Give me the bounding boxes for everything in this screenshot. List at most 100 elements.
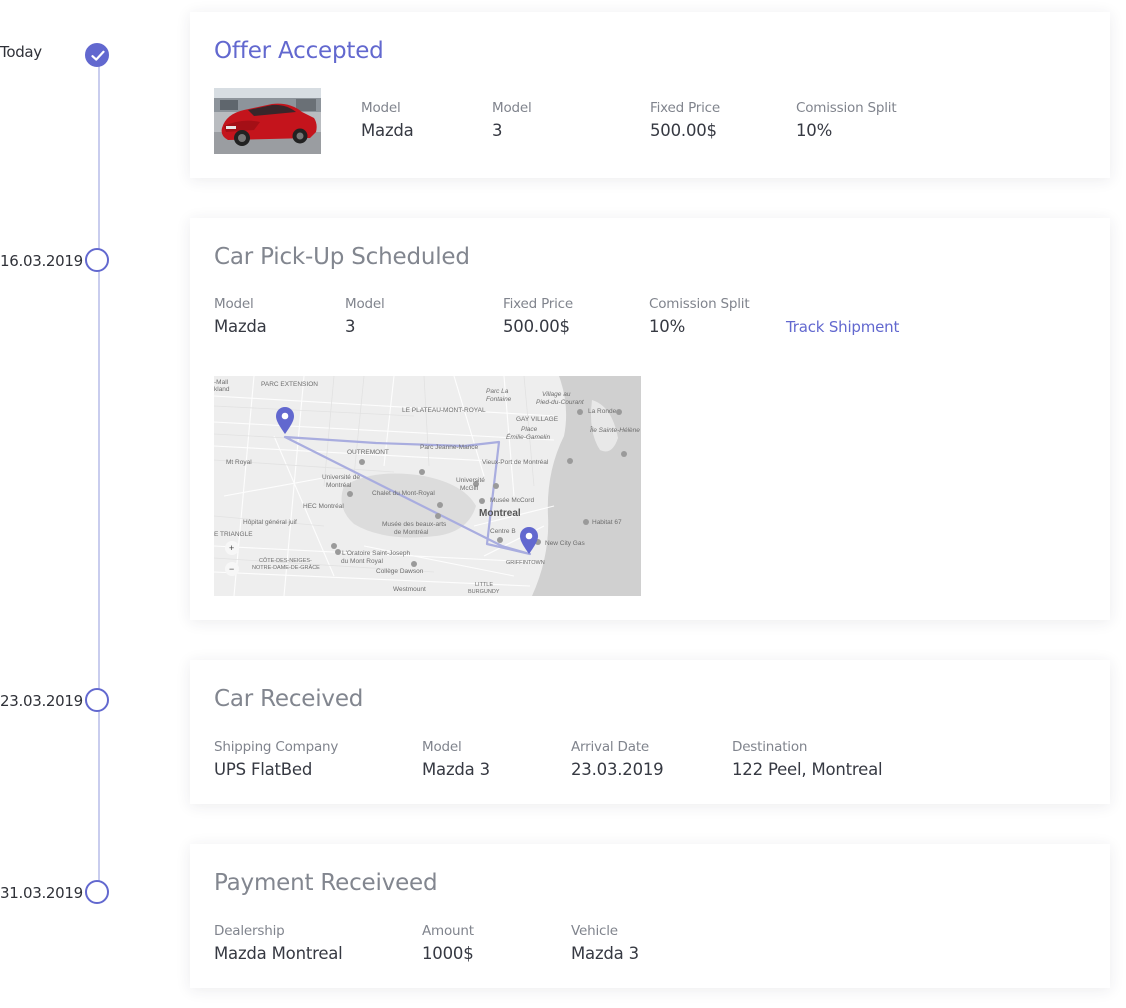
map-label: du Mont Royal [341, 558, 383, 565]
map-label: La Ronde [588, 408, 617, 415]
field-label: Model [492, 100, 532, 116]
map-label: Habitat 67 [592, 519, 622, 526]
map-label: de Montréal [394, 529, 429, 536]
timeline-date-pickup: 16.03.2019 [0, 252, 83, 270]
map-label: Émilie-Gamelin [506, 432, 550, 441]
field-value: Mazda [361, 121, 414, 140]
route-map[interactable]: PARC EXTENSION -Mall kland LE PLATEAU-MO… [214, 376, 641, 596]
card-title: Offer Accepted [214, 38, 384, 64]
map-label: BURGUNDY [468, 589, 500, 595]
fixed-price-field: Fixed Price 500.00$ [503, 296, 573, 336]
field-label: Dealership [214, 923, 285, 939]
field-label: Arrival Date [571, 739, 650, 755]
map-label: PARC EXTENSION [261, 381, 318, 388]
model-field: Model Mazda [361, 100, 414, 140]
amount-field: Amount 1000$ [422, 923, 474, 963]
arrival-date-field: Arrival Date 23.03.2019 [571, 739, 664, 779]
card-title: Car Pick-Up Scheduled [214, 244, 470, 270]
field-value: 10% [649, 317, 686, 336]
field-value: 23.03.2019 [571, 760, 664, 779]
field-label: Model [361, 100, 401, 116]
map-label: Université [456, 477, 485, 484]
field-value: 3 [492, 121, 503, 140]
map-label: Hôpital général juif [243, 519, 297, 526]
timeline-date-payment: 31.03.2019 [0, 884, 83, 902]
pickup-scheduled-card: Car Pick-Up Scheduled Model Mazda Model … [190, 218, 1110, 620]
map-label: Vieux-Port de Montréal [482, 459, 549, 466]
field-value: 500.00$ [650, 121, 717, 140]
field-label: Model [345, 296, 385, 312]
map-label: NOTRE-DAME-DE-GRÂCE [252, 564, 320, 571]
map-label: Parc Jeanne-Mance [420, 444, 479, 451]
timeline-line [98, 58, 100, 892]
map-label: Île Sainte-Hélène [590, 425, 640, 434]
field-value: 122 Peel, Montreal [732, 760, 883, 779]
svg-text:−: − [229, 564, 234, 574]
car-received-card: Car Received Shipping Company UPS FlatBe… [190, 660, 1110, 804]
field-value: 500.00$ [503, 317, 570, 336]
fixed-price-field: Fixed Price 500.00$ [650, 100, 720, 140]
map-label: LE PLATEAU-MONT-ROYAL [402, 407, 486, 414]
commission-split-field: Comission Split 10% [796, 100, 897, 140]
field-label: Fixed Price [503, 296, 574, 312]
track-shipment-link[interactable]: Track Shipment [786, 318, 899, 336]
timeline-node-completed [85, 43, 109, 67]
map-label: kland [214, 386, 230, 393]
map-label: OUTREMONT [347, 449, 389, 456]
map-label: Mt Royal [226, 459, 252, 466]
map-label: Place [521, 426, 538, 433]
field-label: Destination [732, 739, 808, 755]
map-label: Montréal [326, 482, 352, 489]
field-label: Fixed Price [650, 100, 721, 116]
commission-split-field: Comission Split 10% [649, 296, 750, 336]
field-value: 3 [345, 317, 356, 336]
field-label: Vehicle [571, 923, 618, 939]
card-title: Car Received [214, 686, 364, 712]
map-label: McGill [460, 485, 479, 492]
model-field: Model Mazda [214, 296, 267, 336]
timeline-date-today: Today [0, 43, 42, 61]
offer-accepted-card: Offer Accepted Model Mazda Model 3 Fixed… [190, 12, 1110, 178]
map-label: Pied-du-Courant [536, 399, 585, 406]
map-label: Musée des beaux-arts [382, 521, 447, 528]
map-label: Université de [322, 474, 360, 481]
map-label: Fontaine [486, 396, 512, 403]
card-title: Payment Receiveed [214, 870, 438, 896]
field-value: Mazda 3 [422, 760, 490, 779]
map-label: Musée McCord [490, 497, 534, 504]
map-label: Parc La [486, 388, 509, 395]
field-value: Mazda [214, 317, 267, 336]
checkmark-icon [91, 50, 105, 61]
timeline-date-received: 23.03.2019 [0, 692, 83, 710]
map-zoom-in-button[interactable]: + [225, 541, 239, 555]
map-label: HEC Montréal [303, 503, 344, 510]
map-label: Centre B [490, 528, 516, 535]
map-label: LITTLE [475, 582, 493, 588]
map-label: Westmount [393, 586, 426, 593]
field-label: Comission Split [649, 296, 750, 312]
vehicle-field: Vehicle Mazda 3 [571, 923, 639, 963]
map-label: New City Gas [545, 540, 585, 547]
destination-field: Destination 122 Peel, Montreal [732, 739, 883, 779]
map-label: Montreal [479, 508, 521, 519]
field-label: Comission Split [796, 100, 897, 116]
field-label: Shipping Company [214, 739, 339, 755]
map-zoom-out-button[interactable]: − [225, 562, 239, 576]
map-label: -Mall [214, 379, 229, 386]
model-number-field: Model 3 [345, 296, 385, 336]
map-label: Collège Dawson [376, 568, 424, 575]
timeline-node-pending [85, 248, 109, 272]
map-label: E TRIANGLE [214, 531, 253, 538]
payment-received-card: Payment Receiveed Dealership Mazda Montr… [190, 844, 1110, 988]
model-field: Model Mazda 3 [422, 739, 490, 779]
map-label: GRIFFINTOWN [506, 560, 545, 566]
field-label: Model [422, 739, 462, 755]
map-label: Chalet du Mont-Royal [372, 490, 435, 497]
timeline-node-pending [85, 688, 109, 712]
field-value: Mazda 3 [571, 944, 639, 963]
field-value: 10% [796, 121, 833, 140]
timeline-node-pending [85, 880, 109, 904]
field-value: 1000$ [422, 944, 474, 963]
map-label: L'Oratoire Saint-Joseph [342, 550, 410, 557]
field-value: Mazda Montreal [214, 944, 343, 963]
